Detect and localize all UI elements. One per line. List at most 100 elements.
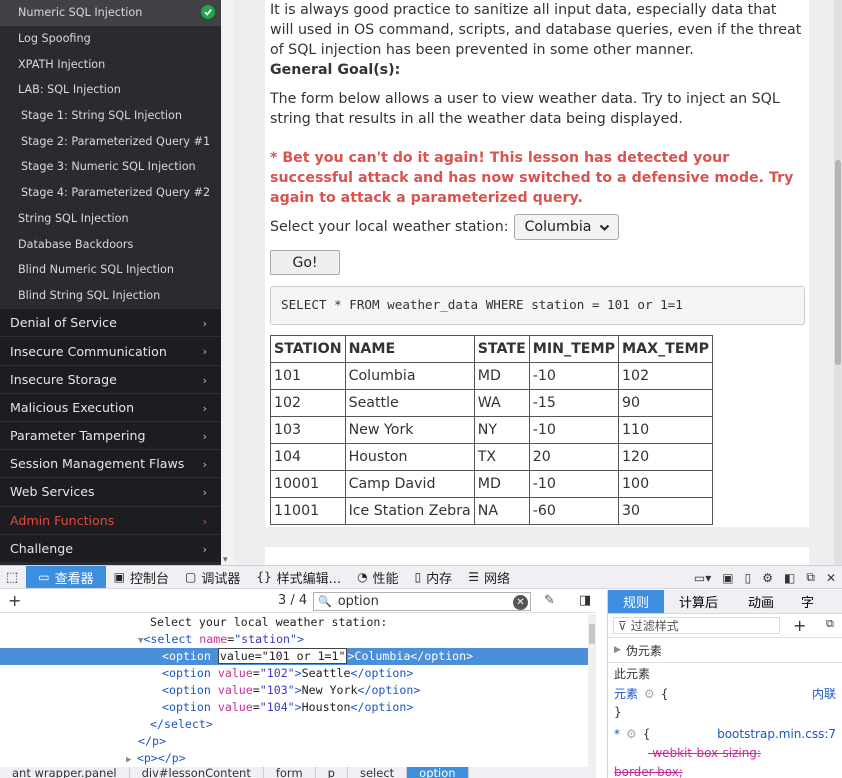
tab-debugger[interactable]: ▢ 调试器 (177, 566, 248, 588)
toggle-classes-icon[interactable]: ⧉ (826, 617, 834, 631)
sidebar-item-numeric-sql-injection[interactable]: Numeric SQL Injection (0, 0, 221, 26)
css-property[interactable]: border-box; (608, 762, 842, 778)
sidebar-item-stage-3[interactable]: Stage 3: Numeric SQL Injection (0, 154, 221, 180)
category-label: Admin Functions (10, 512, 115, 528)
sidebar-item-stage-2[interactable]: Stage 2: Parameterized Query #1 (0, 128, 221, 154)
add-node-icon[interactable]: + (8, 591, 21, 610)
section-label: 伪元素 (625, 643, 662, 658)
sidebar-item-string-sql-injection[interactable]: String SQL Injection (0, 206, 221, 232)
tab-computed[interactable]: 计算后 (664, 590, 733, 613)
expand-triangle-icon: ▶ (614, 645, 621, 655)
tab-style-editor[interactable]: {} 样式编辑... (248, 566, 349, 588)
tab-performance[interactable]: ◔ 性能 (349, 566, 407, 588)
css-property[interactable]: -webkit-box-sizing: (608, 743, 842, 762)
category-challenge[interactable]: Challenge › (0, 533, 221, 562)
table-cell: 102 (618, 362, 714, 390)
devtools-panel: ⬚ ▭ 查看器 ▣ 控制台 ▢ 调试器 {} 样式编辑... ◔ 性能 ▯ 内存 ☰ 网络 ▭… (0, 565, 842, 778)
open-brace: { (660, 686, 669, 701)
markup-scrollbar-thumb[interactable] (589, 624, 595, 644)
tab-rules[interactable]: 规则 (608, 590, 665, 613)
lesson-sidebar: Numeric SQL Injection Log Spoofing XPATH… (0, 0, 221, 565)
tab-inspector[interactable]: ▭ 查看器 (26, 566, 106, 588)
tab-fonts[interactable]: 字 (789, 590, 814, 613)
rule-selector: * (614, 726, 620, 741)
breadcrumb-item[interactable]: div#lessonContent (130, 767, 264, 778)
markup-option-node-selected[interactable]: <option value="101 or 1=1" >Columbia</opt… (0, 648, 596, 665)
go-button[interactable]: Go! (270, 250, 340, 275)
sidebar-item-log-spoofing[interactable]: Log Spoofing (0, 26, 221, 52)
responsive-design-icon[interactable]: ▯ (745, 571, 752, 585)
dock-side-icon[interactable]: ◧ (784, 571, 795, 585)
universal-rule[interactable]: * ⚙ {bootstrap.min.css:7 (608, 724, 842, 743)
tab-console[interactable]: ▣ 控制台 (106, 566, 177, 588)
chevron-right-icon: › (202, 401, 207, 415)
table-cell: 103 (270, 416, 346, 444)
markup-close-select[interactable]: </select> (0, 716, 596, 733)
sidebar-item-label: LAB: SQL Injection (18, 83, 121, 97)
sidebar-item-database-backdoors[interactable]: Database Backdoors (0, 231, 221, 257)
clear-search-icon[interactable]: ✕ (513, 595, 528, 610)
breadcrumb-item[interactable]: p (316, 767, 348, 778)
layout-toggle-icon[interactable]: ▭▾ (694, 571, 711, 585)
markup-option-node[interactable]: <option value="104">Houston</option> (0, 699, 596, 716)
category-malicious-execution[interactable]: Malicious Execution › (0, 392, 221, 421)
sidebar-item-stage-4[interactable]: Stage 4: Parameterized Query #2 (0, 180, 221, 206)
sidebar-item-label: Stage 3: Numeric SQL Injection (21, 160, 196, 174)
filter-styles-input[interactable]: ⊽ 过滤样式 (613, 617, 780, 634)
intro-text: It is always good practice to sanitize a… (270, 2, 802, 58)
markup-close-p[interactable]: </p> (0, 733, 596, 750)
category-denial-of-service[interactable]: Denial of Service › (0, 308, 221, 337)
sidebar-item-stage-1[interactable]: Stage 1: String SQL Injection (0, 103, 221, 129)
markup-select-node[interactable]: ▼<select name="station"> (0, 631, 596, 648)
markup-option-node[interactable]: <option value="103">New York</option> (0, 682, 596, 699)
element-picker-button[interactable]: ⬚ (0, 566, 26, 588)
rule-source[interactable]: bootstrap.min.css:7 (717, 727, 836, 741)
station-select-value: Columbia (524, 219, 592, 235)
table-body: 101 Columbia MD -10 102 102 Seattle WA -15 90 103 N… (270, 362, 714, 525)
page-scrollbar-thumb[interactable] (835, 160, 841, 365)
sidebar-item-xpath-injection[interactable]: XPATH Injection (0, 51, 221, 77)
separate-window-icon[interactable]: ⧉ (806, 570, 815, 585)
page-scrollbar[interactable] (834, 0, 842, 565)
category-parameter-tampering[interactable]: Parameter Tampering › (0, 421, 221, 450)
split-console-icon[interactable]: ▣ (722, 571, 733, 585)
markup-scrollbar[interactable] (588, 614, 596, 778)
category-label: Challenge (10, 540, 73, 556)
toggle-sidebar-icon[interactable]: ◨ (579, 593, 591, 608)
category-insecure-storage[interactable]: Insecure Storage › (0, 364, 221, 393)
expand-triangle-icon[interactable]: ▶ (126, 755, 137, 765)
breadcrumb-item[interactable]: ant wrapper.panel (0, 767, 130, 778)
markup-p-node[interactable]: ▶ <p></p> (0, 750, 596, 767)
attribute-edit-input[interactable]: value="101 or 1=1" (217, 648, 348, 664)
pseudo-elements-section[interactable]: ▶ 伪元素 (608, 638, 842, 663)
sidebar-item-blind-string-sql-injection[interactable]: Blind String SQL Injection (0, 283, 221, 309)
sidebar-item-label: String SQL Injection (18, 211, 129, 225)
breadcrumb-item[interactable]: select (348, 767, 408, 778)
scroll-down-icon[interactable]: ▾ (223, 555, 228, 565)
table-header-cell: MAX_TEMP (618, 335, 714, 363)
markup-text-node[interactable]: Select your local weather station: (0, 614, 596, 631)
eyedropper-icon[interactable]: ✎ (544, 593, 555, 608)
tab-network[interactable]: ☰ 网络 (460, 566, 518, 588)
sidebar-item-label: Log Spoofing (18, 32, 91, 46)
close-devtools-icon[interactable]: ✕ (826, 571, 836, 585)
breadcrumb-item-active[interactable]: option (407, 767, 469, 778)
settings-gear-icon[interactable]: ⚙ (762, 571, 773, 585)
tab-memory[interactable]: ▯ 内存 (407, 566, 461, 588)
sidebar-item-lab-sql-injection[interactable]: LAB: SQL Injection (0, 77, 221, 103)
section-label: 此元素 (614, 667, 651, 681)
category-insecure-communication[interactable]: Insecure Communication › (0, 336, 221, 365)
category-session-management-flaws[interactable]: Session Management Flaws › (0, 449, 221, 478)
sidebar-item-blind-numeric-sql-injection[interactable]: Blind Numeric SQL Injection (0, 257, 221, 283)
tab-animations[interactable]: 动画 (733, 590, 789, 613)
markup-search-input[interactable]: 🔍 option ✕ (313, 592, 531, 611)
add-rule-icon[interactable]: + (793, 616, 806, 635)
station-select[interactable]: Columbia (513, 214, 619, 240)
category-admin-functions[interactable]: Admin Functions › (0, 505, 221, 534)
rule-source[interactable]: 内联 (812, 685, 836, 702)
sidebar-scroll-gutter[interactable]: ▾ (221, 0, 234, 565)
breadcrumb-item[interactable]: form (264, 767, 316, 778)
element-rule[interactable]: 元素 ⚙ {内联 (608, 684, 842, 703)
category-web-services[interactable]: Web Services › (0, 477, 221, 506)
markup-option-node[interactable]: <option value="102">Seattle</option> (0, 665, 596, 682)
